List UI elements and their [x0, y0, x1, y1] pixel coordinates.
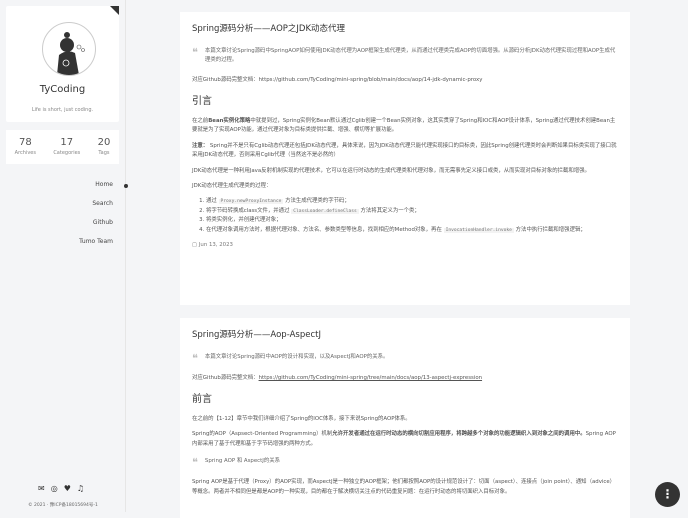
- text: 方法生成代理类的字节码；: [283, 198, 350, 205]
- doc-link[interactable]: https://github.com/TyCoding/mini-spring/…: [259, 77, 483, 83]
- post-summary: ❝ 本篇文章讨论Spring源码中SpringAOP如何使用JDK动态代理为AOP…: [192, 47, 618, 66]
- sidebar: TyCoding Life is short, just coding. 78 A…: [0, 0, 128, 512]
- calendar-icon: ▢: [192, 242, 198, 249]
- paragraph: JDK动态代理生成代理类的过程：: [192, 183, 272, 189]
- nav-menu: Home Search Github Tumo Team: [79, 181, 113, 257]
- inline-code: ClassLoader.defineClass: [291, 208, 359, 214]
- theme-toggle-corner[interactable]: [110, 6, 119, 15]
- summary-text: 本篇文章讨论Spring源码中AOP的设计和实现，以及AspectJ和AOP的关…: [204, 353, 389, 360]
- list-item: 在代理对象调用方法时，根据代理对象、方法名、参数类型等信息，找到相应的Metho…: [206, 226, 618, 235]
- music-icon[interactable]: ♫: [77, 484, 84, 493]
- text: 通过: [206, 198, 219, 205]
- date-text: Jun 13, 2023: [198, 242, 233, 249]
- list-item: 将类实例化，并创建代理对象；: [206, 216, 618, 225]
- paragraph: 在之前的【1-12】章节中我们详细介绍了Spring的IOC体系，接下来说Spr…: [192, 415, 411, 422]
- copyright[interactable]: © 2021 · 豫ICP备18015694号-1: [0, 502, 126, 508]
- bold-text: 允许开发者通过在运行时动态的横向切割应用程序，将跨越多个对象的功能逻辑织入到对象…: [332, 431, 586, 438]
- stat-count: 20: [97, 137, 111, 148]
- text: 方法将其定义为一个类；: [358, 207, 420, 214]
- profile-card: TyCoding Life is short, just coding.: [6, 6, 119, 122]
- paragraph: Spring AOP是基于代理（Proxy）的AOP实现，而AspectJ是一种…: [192, 479, 616, 495]
- bold-text: 注意：: [192, 142, 209, 149]
- post-title[interactable]: Spring源码分析——Aop-AspectJ: [192, 328, 618, 343]
- stat-count: 78: [18, 137, 32, 148]
- profile-name: TyCoding: [39, 84, 86, 95]
- bold-text: Bean实例化策略: [208, 117, 251, 124]
- post-title[interactable]: Spring源码分析——AOP之JDK动态代理: [192, 22, 618, 37]
- inline-code: Proxy.newProxyInstance: [218, 199, 284, 205]
- text: Spring的AOP（Aspsect-Oriented Programming）…: [192, 431, 333, 438]
- post-card: Spring源码分析——Aop-AspectJ ❝ 本篇文章讨论Spring源码中…: [180, 318, 630, 518]
- more-menu-button[interactable]: ⋮: [655, 482, 680, 507]
- text: 将类实例化，并创建代理对象；: [206, 217, 282, 224]
- section-heading: 引言: [192, 96, 212, 108]
- post-card: Spring源码分析——AOP之JDK动态代理 ❝ 本篇文章讨论Spring源码中…: [180, 12, 630, 305]
- text: 在代理对象调用方法时，根据代理对象、方法名、参数类型等信息，找到相应的Metho…: [206, 226, 444, 233]
- stat-categories[interactable]: 17 Categories: [53, 137, 80, 164]
- nav-search[interactable]: Search: [79, 200, 113, 219]
- github-icon[interactable]: ◎: [51, 484, 58, 493]
- stats-card: 78 Archives 17 Categories 20 Tags: [6, 130, 119, 164]
- blockquote: ❝ Spring AOP 和 AspectJ的关系: [192, 457, 618, 468]
- doc-label: 对应Github源码完整文档：: [192, 76, 259, 83]
- quote-icon: ❝: [192, 351, 198, 365]
- text: 方法中执行拦截和增强逻辑；: [513, 226, 586, 233]
- text: Spring并不是只有Cglib动态代理还包括JDK动态代理，具体来说，因为JD…: [192, 142, 617, 159]
- post-summary: ❝ 本篇文章讨论Spring源码中AOP的设计和实现，以及AspectJ和AOP的…: [192, 353, 618, 364]
- inline-code: InvocationHandler.invoke: [443, 227, 514, 233]
- doc-label: 对应Github源码完整文档：: [192, 374, 259, 381]
- paragraph: JDK动态代理是一种利用Java反射机制实现的代理技术，它可以在运行时动态的生成…: [192, 167, 591, 174]
- stat-count: 17: [60, 137, 74, 148]
- nav-github[interactable]: Github: [79, 219, 113, 238]
- stat-tags[interactable]: 20 Tags: [98, 137, 111, 164]
- mail-icon[interactable]: ✉: [38, 484, 45, 493]
- text: 中就提到过，Spring实例化Bean默认通过Cglib创建一个Bean实例对象…: [192, 117, 616, 134]
- section-heading: 前言: [192, 394, 212, 406]
- nav-tumo-team[interactable]: Tumo Team: [79, 238, 113, 257]
- doc-link[interactable]: https://github.com/TyCoding/mini-spring/…: [259, 375, 482, 381]
- list-item: 将字节码转换成class文件，并通过 ClassLoader.defineCla…: [206, 207, 618, 216]
- stat-label: Categories: [53, 150, 81, 156]
- quote-text: Spring AOP 和 AspectJ的关系: [204, 458, 281, 465]
- summary-text: 本篇文章讨论Spring源码中SpringAOP如何使用JDK动态代理为AOP框…: [204, 47, 616, 64]
- list-item: 通过 Proxy.newProxyInstance 方法生成代理类的字节码；: [206, 197, 618, 206]
- doc-link-line: 对应Github源码完整文档：https://github.com/TyCodi…: [192, 374, 618, 383]
- text: 将字节码转换成class文件，并通过: [206, 207, 292, 214]
- avatar[interactable]: [42, 22, 96, 76]
- stat-label: Tags: [98, 150, 110, 156]
- heart-icon[interactable]: ♥: [64, 484, 71, 493]
- text: 在之前: [192, 117, 209, 124]
- quote-icon: ❝: [192, 45, 198, 59]
- doc-link-line: 对应Github源码完整文档：https://github.com/TyCodi…: [192, 76, 618, 85]
- nav-home[interactable]: Home: [79, 181, 113, 200]
- paragraph: 注意： Spring并不是只有Cglib动态代理还包括JDK动态代理，具体来说，…: [192, 142, 618, 161]
- post-date: ▢ Jun 13, 2023: [192, 241, 618, 250]
- paragraph: 在之前Bean实例化策略中就提到过，Spring实例化Bean默认通过Cglib…: [192, 117, 618, 136]
- stat-archives[interactable]: 78 Archives: [15, 137, 36, 164]
- social-links: ✉ ◎ ♥ ♫: [38, 484, 84, 493]
- steps-list: 通过 Proxy.newProxyInstance 方法生成代理类的字节码； 将…: [192, 197, 618, 235]
- active-nav-indicator: [124, 184, 128, 188]
- quote-icon: ❝: [192, 456, 198, 470]
- stat-label: Archives: [14, 150, 36, 156]
- profile-motto: Life is short, just coding.: [31, 107, 94, 113]
- paragraph: Spring的AOP（Aspsect-Oriented Programming）…: [192, 430, 618, 449]
